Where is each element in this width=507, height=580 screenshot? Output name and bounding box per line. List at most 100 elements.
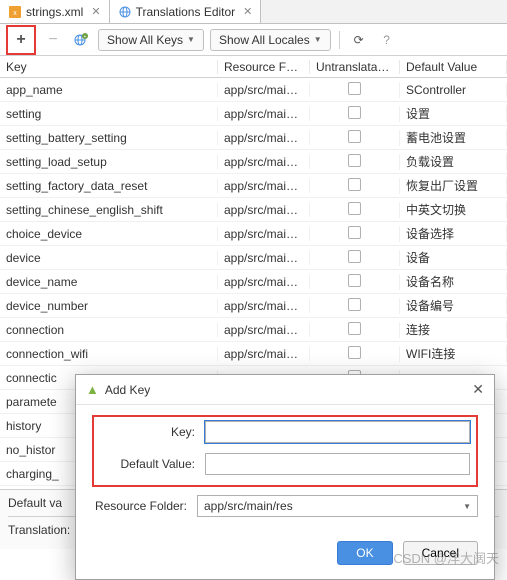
help-button[interactable]: ? xyxy=(376,29,398,51)
translation-label: Translation: xyxy=(8,523,70,537)
cell-default-value: SController xyxy=(400,83,507,97)
cell-key: device xyxy=(0,251,218,265)
cell-key: choice_device xyxy=(0,227,218,241)
table-row[interactable]: device_numberapp/src/main/res 设备编号 xyxy=(0,294,507,318)
cell-default-value: 设置 xyxy=(400,105,507,122)
cell-untranslatable[interactable] xyxy=(310,250,400,266)
checkbox[interactable] xyxy=(348,82,361,95)
cell-key: setting_factory_data_reset xyxy=(0,179,218,193)
checkbox[interactable] xyxy=(348,202,361,215)
checkbox[interactable] xyxy=(348,322,361,335)
close-icon[interactable]: ✕ xyxy=(472,381,484,398)
tab-translations-editor[interactable]: Translations Editor ✕ xyxy=(110,0,262,23)
dialog-titlebar: ▲ Add Key ✕ xyxy=(76,375,494,405)
close-icon[interactable]: ✕ xyxy=(239,5,252,18)
table-row[interactable]: device_nameapp/src/main/res设备名称 xyxy=(0,270,507,294)
close-icon[interactable]: ✕ xyxy=(87,5,100,18)
cell-resource-folder: app/src/main/res xyxy=(218,275,310,289)
checkbox[interactable] xyxy=(348,250,361,263)
table-row[interactable]: settingapp/src/main/res 设置 xyxy=(0,102,507,126)
add-key-button[interactable]: + xyxy=(10,29,32,51)
keys-filter-dropdown[interactable]: Show All Keys ▼ xyxy=(98,29,204,51)
table-header: Key Resource Folder Untranslatable Defau… xyxy=(0,56,507,78)
cell-untranslatable[interactable] xyxy=(310,202,400,218)
svg-text:+: + xyxy=(84,34,87,40)
column-default-value[interactable]: Default Value xyxy=(400,60,507,74)
cell-key: setting_chinese_english_shift xyxy=(0,203,218,217)
cell-default-value: 中英文切换 xyxy=(400,201,507,218)
ok-button[interactable]: OK xyxy=(337,541,392,565)
table-row[interactable]: setting_chinese_english_shiftapp/src/mai… xyxy=(0,198,507,222)
editor-tabs: x strings.xml ✕ Translations Editor ✕ xyxy=(0,0,507,24)
default-value-input[interactable] xyxy=(205,453,470,475)
checkbox[interactable] xyxy=(348,130,361,143)
table-row[interactable]: setting_load_setupapp/src/main/res负载设置 xyxy=(0,150,507,174)
table-row[interactable]: connection_wifiapp/src/main/res WIFI连接 xyxy=(0,342,507,366)
cell-key: setting xyxy=(0,107,218,121)
checkbox[interactable] xyxy=(348,298,361,311)
reload-button[interactable]: ⟳ xyxy=(348,29,370,51)
cell-untranslatable[interactable] xyxy=(310,130,400,146)
cell-untranslatable[interactable] xyxy=(310,346,400,362)
table-row[interactable]: deviceapp/src/main/res设备 xyxy=(0,246,507,270)
locales-filter-dropdown[interactable]: Show All Locales ▼ xyxy=(210,29,331,51)
cell-default-value: WIFI连接 xyxy=(400,345,507,362)
cell-key: setting_load_setup xyxy=(0,155,218,169)
tab-label: Translations Editor xyxy=(136,5,236,19)
table-row[interactable]: choice_deviceapp/src/main/res 设备选择 xyxy=(0,222,507,246)
cell-resource-folder: app/src/main/res xyxy=(218,227,310,241)
cell-untranslatable[interactable] xyxy=(310,178,400,194)
table-row[interactable]: setting_battery_settingapp/src/main/res蓄… xyxy=(0,126,507,150)
chevron-down-icon: ▼ xyxy=(187,35,195,44)
cell-default-value: 设备选择 xyxy=(400,225,507,242)
checkbox[interactable] xyxy=(348,274,361,287)
chevron-down-icon: ▼ xyxy=(463,502,471,511)
cell-untranslatable[interactable] xyxy=(310,298,400,314)
resource-folder-select[interactable]: app/src/main/res ▼ xyxy=(197,495,478,517)
key-input[interactable] xyxy=(205,421,470,443)
cell-resource-folder: app/src/main/res xyxy=(218,251,310,265)
checkbox[interactable] xyxy=(348,226,361,239)
cell-untranslatable[interactable] xyxy=(310,154,400,170)
checkbox[interactable] xyxy=(348,154,361,167)
table-row[interactable]: setting_factory_data_resetapp/src/main/r… xyxy=(0,174,507,198)
column-resource-folder[interactable]: Resource Folder xyxy=(218,60,310,74)
column-untranslatable[interactable]: Untranslatable xyxy=(310,60,400,74)
add-locale-button[interactable]: + xyxy=(70,29,92,51)
table-row[interactable]: app_nameapp/src/main/res SController xyxy=(0,78,507,102)
checkbox[interactable] xyxy=(348,178,361,191)
separator xyxy=(339,31,340,49)
cell-default-value: 蓄电池设置 xyxy=(400,129,507,146)
checkbox[interactable] xyxy=(348,106,361,119)
remove-key-button[interactable]: − xyxy=(42,29,64,51)
cell-resource-folder: app/src/main/res xyxy=(218,107,310,121)
tab-strings-xml[interactable]: x strings.xml ✕ xyxy=(0,0,110,23)
cell-resource-folder: app/src/main/res xyxy=(218,83,310,97)
cell-untranslatable[interactable] xyxy=(310,226,400,242)
table-row[interactable]: connectionapp/src/main/res连接 xyxy=(0,318,507,342)
cell-resource-folder: app/src/main/res xyxy=(218,299,310,313)
cell-key: app_name xyxy=(0,83,218,97)
chevron-down-icon: ▼ xyxy=(314,35,322,44)
cell-untranslatable[interactable] xyxy=(310,322,400,338)
cell-default-value: 设备编号 xyxy=(400,297,507,314)
cell-resource-folder: app/src/main/res xyxy=(218,347,310,361)
cell-untranslatable[interactable] xyxy=(310,274,400,290)
cell-key: device_number xyxy=(0,299,218,313)
checkbox[interactable] xyxy=(348,346,361,359)
resource-folder-label: Resource Folder: xyxy=(92,499,197,513)
column-key[interactable]: Key xyxy=(0,60,218,74)
cell-key: device_name xyxy=(0,275,218,289)
cell-key: connection xyxy=(0,323,218,337)
highlight-inputs: Key: Default Value: xyxy=(92,415,478,487)
cell-default-value: 恢复出厂设置 xyxy=(400,177,507,194)
cell-resource-folder: app/src/main/res xyxy=(218,323,310,337)
toolbar: + − + Show All Keys ▼ Show All Locales ▼… xyxy=(0,24,507,56)
cell-untranslatable[interactable] xyxy=(310,106,400,122)
dropdown-label: Show All Locales xyxy=(219,33,310,47)
dialog-title: Add Key xyxy=(105,383,150,397)
watermark: CSDN @洋大阔天 xyxy=(393,548,499,567)
cell-key: connection_wifi xyxy=(0,347,218,361)
highlight-add-button: + xyxy=(6,25,36,55)
cell-untranslatable[interactable] xyxy=(310,82,400,98)
